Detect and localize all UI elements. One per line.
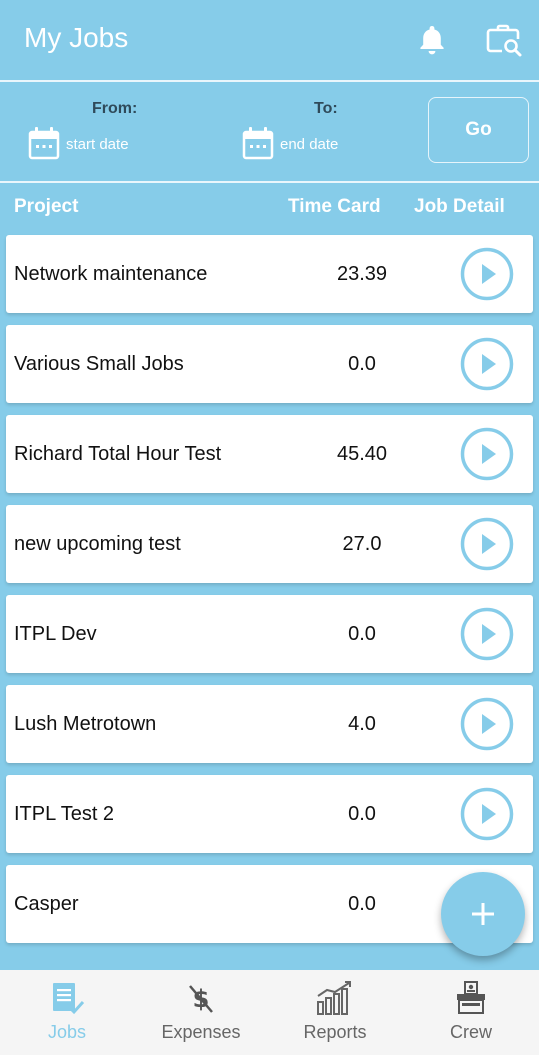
app-header: My Jobs <box>0 0 539 80</box>
play-icon[interactable] <box>460 337 514 391</box>
project-name: ITPL Dev <box>14 623 97 645</box>
time-card-hours: 45.40 <box>336 443 388 465</box>
plus-icon <box>472 903 494 925</box>
play-icon[interactable] <box>460 247 514 301</box>
start-date-field[interactable]: start date <box>28 126 178 162</box>
time-card-hours: 0.0 <box>348 353 376 375</box>
project-name: Casper <box>14 893 79 915</box>
time-card-hours: 27.0 <box>342 533 382 555</box>
add-job-button[interactable] <box>441 872 525 956</box>
time-card-hours: 0.0 <box>348 893 376 915</box>
to-label: To: <box>314 100 338 117</box>
end-date-placeholder: end date <box>280 136 339 153</box>
table-header: Project Time Card Job Detail <box>0 184 539 228</box>
play-icon[interactable] <box>460 607 514 661</box>
nav-item-jobs[interactable]: Jobs <box>0 970 134 1055</box>
nav-item-crew[interactable]: Crew <box>404 970 538 1055</box>
calendar-icon <box>242 127 274 160</box>
crew-icon <box>457 981 485 1014</box>
time-card-hours: 0.0 <box>348 803 376 825</box>
column-header-project: Project <box>14 196 79 217</box>
nav-label-crew: Crew <box>449 1022 492 1042</box>
nav-item-reports[interactable]: Reports <box>268 970 402 1055</box>
project-name: Network maintenance <box>14 263 208 285</box>
go-button[interactable]: Go <box>428 97 529 163</box>
play-icon[interactable] <box>460 787 514 841</box>
table-row[interactable]: Various Small Jobs 0.0 <box>6 325 533 403</box>
nav-item-expenses[interactable]: $ Expenses <box>134 970 268 1055</box>
project-name: Richard Total Hour Test <box>14 443 222 465</box>
table-row[interactable]: ITPL Test 2 0.0 <box>6 775 533 853</box>
expenses-icon: $ <box>189 985 213 1013</box>
nav-label-expenses: Expenses <box>161 1022 241 1042</box>
filter-divider <box>0 181 539 183</box>
project-name: Various Small Jobs <box>14 353 184 375</box>
date-filter: From: To: start date end date Go <box>0 82 539 180</box>
column-header-job-detail: Job Detail <box>414 196 505 217</box>
time-card-hours: 4.0 <box>348 713 376 735</box>
column-header-time-card: Time Card <box>288 196 381 217</box>
table-row[interactable]: new upcoming test 27.0 <box>6 505 533 583</box>
bottom-navigation: Jobs $ Expenses Reports Crew <box>0 970 539 1055</box>
time-card-hours: 23.39 <box>336 263 388 285</box>
play-icon[interactable] <box>460 427 514 481</box>
reports-icon <box>317 981 351 1015</box>
end-date-field[interactable]: end date <box>242 126 392 162</box>
start-date-placeholder: start date <box>66 136 129 153</box>
from-label: From: <box>92 100 138 117</box>
project-name: ITPL Test 2 <box>14 803 115 825</box>
table-row[interactable]: Network maintenance 23.39 <box>6 235 533 313</box>
time-card-hours: 0.0 <box>348 623 376 645</box>
bell-icon[interactable] <box>414 22 450 58</box>
briefcase-search-icon[interactable] <box>485 22 523 58</box>
project-name: new upcoming test <box>14 533 181 555</box>
table-row[interactable]: Lush Metrotown 4.0 <box>6 685 533 763</box>
jobs-icon <box>53 983 85 1015</box>
play-icon[interactable] <box>460 517 514 571</box>
table-row[interactable]: Richard Total Hour Test 45.40 <box>6 415 533 493</box>
nav-label-reports: Reports <box>303 1022 367 1042</box>
nav-label-jobs: Jobs <box>47 1022 87 1042</box>
table-row[interactable]: ITPL Dev 0.0 <box>6 595 533 673</box>
calendar-icon <box>28 127 60 160</box>
page-title: My Jobs <box>24 22 129 53</box>
project-name: Lush Metrotown <box>14 713 157 735</box>
play-icon[interactable] <box>460 697 514 751</box>
